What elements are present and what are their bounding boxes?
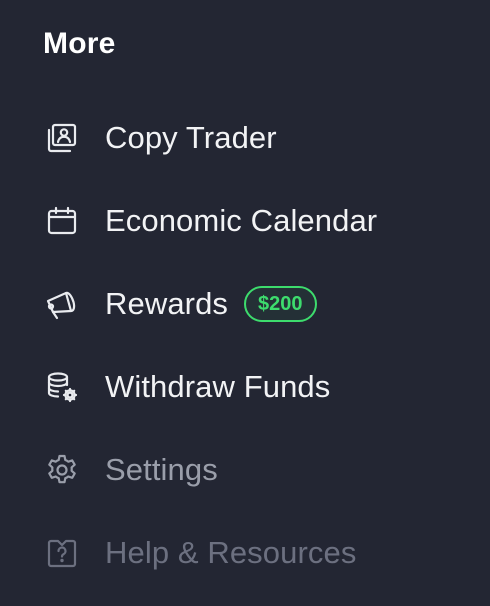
menu-item-withdraw-funds[interactable]: Withdraw Funds xyxy=(0,352,490,422)
megaphone-icon xyxy=(44,286,80,322)
help-icon xyxy=(44,535,80,571)
calendar-icon xyxy=(44,203,80,239)
menu-item-settings[interactable]: Settings xyxy=(0,435,490,505)
menu-item-rewards[interactable]: Rewards $200 xyxy=(0,269,490,339)
menu-item-copy-trader[interactable]: Copy Trader xyxy=(0,103,490,173)
copy-trader-icon xyxy=(44,120,80,156)
menu-item-label: Withdraw Funds xyxy=(105,369,331,404)
menu-item-label: Rewards xyxy=(105,286,229,321)
section-title: More xyxy=(43,27,116,60)
more-menu-panel: More Copy Trader Economic Calendar Rewar… xyxy=(0,0,490,606)
menu-item-label: Economic Calendar xyxy=(105,203,378,238)
menu-item-label: Copy Trader xyxy=(105,120,277,155)
coins-gear-icon xyxy=(44,369,80,405)
gear-icon xyxy=(44,452,80,488)
menu-item-economic-calendar[interactable]: Economic Calendar xyxy=(0,186,490,256)
menu-item-label: Help & Resources xyxy=(105,535,357,570)
menu-item-label: Settings xyxy=(105,452,218,487)
menu-item-help-resources[interactable]: Help & Resources xyxy=(0,518,490,588)
rewards-badge: $200 xyxy=(244,286,317,322)
